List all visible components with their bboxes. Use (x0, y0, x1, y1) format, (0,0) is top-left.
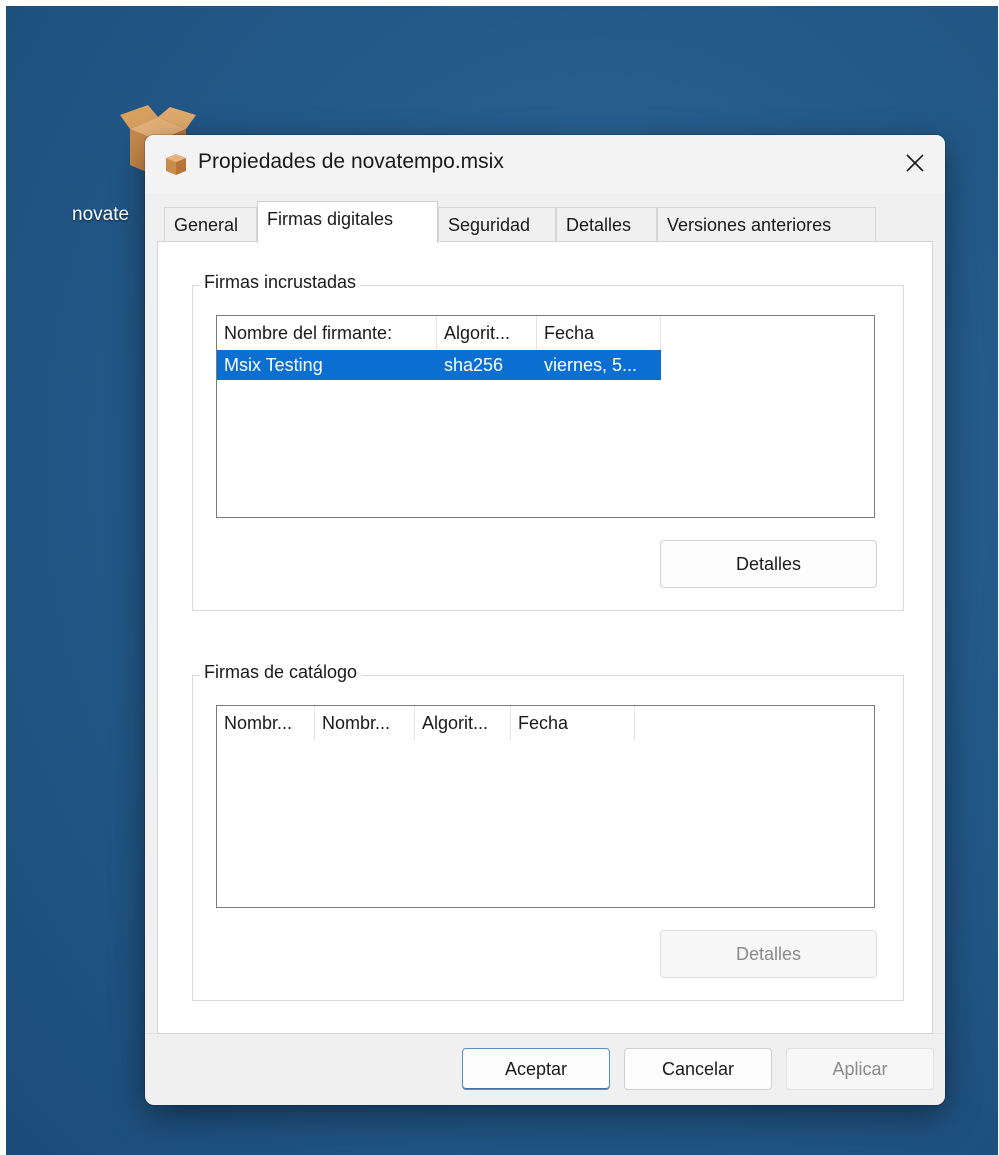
column-header-name-2[interactable]: Nombr... (315, 706, 415, 740)
embedded-signatures-legend: Firmas incrustadas (200, 272, 361, 293)
embedded-signatures-list[interactable]: Nombre del firmante: Algorit... Fecha Ms… (216, 315, 875, 518)
row-signer: Msix Testing (224, 355, 323, 375)
table-row[interactable]: Msix Testing sha256 viernes, 5... (217, 350, 661, 380)
column-header-signer[interactable]: Nombre del firmante: (217, 316, 437, 350)
ok-button[interactable]: Aceptar (462, 1048, 610, 1090)
cancel-button[interactable]: Cancelar (624, 1048, 772, 1090)
tab-firmas-digitales[interactable]: Firmas digitales (257, 201, 438, 243)
embedded-details-button[interactable]: Detalles (660, 540, 877, 588)
column-header-date[interactable]: Fecha (511, 706, 635, 740)
close-icon (906, 153, 924, 172)
column-header-name-1[interactable]: Nombr... (217, 706, 315, 740)
properties-dialog: Propiedades de novatempo.msix General Fi… (145, 135, 945, 1105)
row-date: viernes, 5... (544, 355, 638, 375)
catalog-signatures-legend: Firmas de catálogo (200, 662, 362, 683)
embedded-list-header: Nombre del firmante: Algorit... Fecha (217, 316, 661, 350)
dialog-title: Propiedades de novatempo.msix (198, 150, 504, 173)
column-header-date[interactable]: Fecha (537, 316, 661, 350)
column-header-algorithm[interactable]: Algorit... (437, 316, 537, 350)
package-box-icon (163, 151, 189, 177)
close-button[interactable] (885, 135, 945, 190)
catalog-signatures-list[interactable]: Nombr... Nombr... Algorit... Fecha (216, 705, 875, 908)
catalog-signatures-group: Firmas de catálogo Nombr... Nombr... Alg… (192, 662, 904, 1001)
title-bar[interactable]: Propiedades de novatempo.msix (145, 135, 945, 193)
desktop-icon-label[interactable]: novate (72, 204, 129, 226)
tab-versiones-anteriores[interactable]: Versiones anteriores (657, 207, 876, 241)
catalog-details-button[interactable]: Detalles (660, 930, 877, 978)
tab-general[interactable]: General (164, 207, 257, 241)
embedded-signatures-group: Firmas incrustadas Nombre del firmante: … (192, 272, 904, 611)
tab-seguridad[interactable]: Seguridad (438, 207, 556, 241)
row-algorithm: sha256 (444, 355, 504, 375)
column-header-algorithm[interactable]: Algorit... (415, 706, 511, 740)
apply-button[interactable]: Aplicar (786, 1048, 934, 1090)
tab-detalles[interactable]: Detalles (556, 207, 657, 241)
tab-panel: Firmas incrustadas Nombre del firmante: … (157, 241, 933, 1034)
catalog-list-header: Nombr... Nombr... Algorit... Fecha (217, 706, 635, 740)
